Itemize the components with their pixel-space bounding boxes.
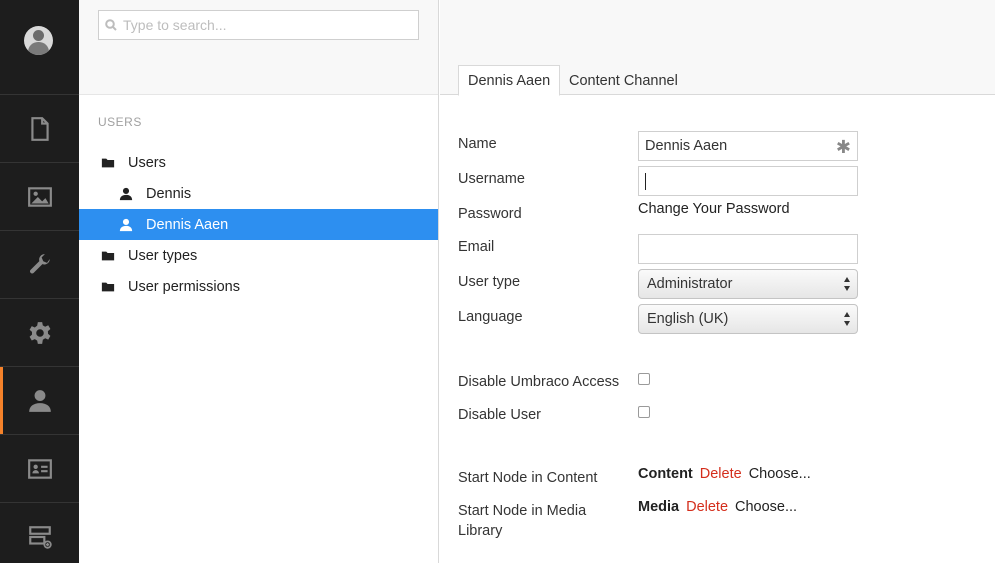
start-media-label-line2: Library <box>458 523 503 539</box>
tree-item-label: Users <box>128 154 166 171</box>
email-label: Email <box>458 239 495 255</box>
tree-item-label: User types <box>128 247 198 264</box>
language-value: English (UK) <box>647 311 729 327</box>
start-content-choose-link[interactable]: Choose... <box>749 466 811 482</box>
password-label: Password <box>458 206 522 222</box>
editor-header: Dennis Aaen Content Channel <box>440 0 995 96</box>
tree-item-users[interactable]: Users <box>79 147 438 178</box>
tab-dennis-aaen[interactable]: Dennis Aaen <box>458 65 561 96</box>
member-card-icon <box>27 458 52 479</box>
tree-item-user-types[interactable]: User types <box>79 240 438 271</box>
forms-icon <box>28 525 52 549</box>
name-label: Name <box>458 136 497 152</box>
required-icon: ✱ <box>835 137 851 157</box>
search-icon <box>105 19 117 31</box>
disable-user-label: Disable User <box>458 407 541 423</box>
change-password-link[interactable]: Change Your Password <box>638 201 790 217</box>
user-icon <box>28 389 51 412</box>
section-developer[interactable] <box>0 230 79 298</box>
tab-content-channel[interactable]: Content Channel <box>560 65 687 96</box>
search-box[interactable] <box>98 10 419 40</box>
wrench-icon <box>29 253 50 273</box>
user-type-label: User type <box>458 274 521 290</box>
name-value: Dennis Aaen <box>645 138 728 154</box>
start-content-delete-link[interactable]: Delete <box>700 466 742 482</box>
avatar-body <box>28 42 49 55</box>
language-select[interactable]: English (UK) <box>638 304 858 334</box>
section-content[interactable] <box>0 94 79 162</box>
tree-item-label: Dennis <box>146 185 192 202</box>
gear-icon <box>29 321 50 344</box>
username-field[interactable] <box>638 166 858 196</box>
document-icon <box>30 116 49 141</box>
user-icon <box>119 187 133 200</box>
start-content-label: Start Node in Content <box>458 470 598 486</box>
name-field[interactable]: Dennis Aaen ✱ <box>638 131 858 161</box>
section-members[interactable] <box>0 434 79 502</box>
tree-item-label: User permissions <box>128 278 240 295</box>
editor: Dennis Aaen Content Channel Name Dennis … <box>440 0 995 563</box>
search-input[interactable] <box>123 17 403 33</box>
start-media-choose-link[interactable]: Choose... <box>735 499 797 515</box>
disable-access-label: Disable Umbraco Access <box>458 374 620 390</box>
start-media-picker: Media Delete Choose... <box>638 499 797 515</box>
user-type-select[interactable]: Administrator <box>638 269 858 299</box>
section-media[interactable] <box>0 162 79 230</box>
tree-item-dennis-aaen[interactable]: Dennis Aaen <box>79 209 438 240</box>
media-icon <box>27 186 52 207</box>
disable-user-checkbox[interactable] <box>638 406 650 418</box>
tree-item-label: Dennis Aaen <box>146 216 229 233</box>
folder-icon <box>101 251 115 260</box>
section-settings[interactable] <box>0 298 79 366</box>
tree-panel: USERS Users Dennis Dennis Aaen User type… <box>79 0 439 563</box>
user-icon <box>119 218 133 231</box>
folder-icon <box>101 158 115 167</box>
start-content-picker: Content Delete Choose... <box>638 466 811 482</box>
section-forms[interactable] <box>0 502 79 563</box>
avatar[interactable] <box>24 26 53 55</box>
text-caret <box>645 172 646 190</box>
tree-item-dennis[interactable]: Dennis <box>79 178 438 209</box>
avatar-head <box>33 30 44 41</box>
tree-heading: USERS <box>98 115 142 129</box>
start-media-label: Start Node in Media Library <box>458 501 586 541</box>
disable-access-checkbox[interactable] <box>638 373 650 385</box>
start-media-label-line1: Start Node in Media <box>458 503 587 519</box>
search-area <box>79 0 438 95</box>
start-media-delete-link[interactable]: Delete <box>686 499 728 515</box>
start-media-value: Media <box>638 499 680 515</box>
language-label: Language <box>458 309 523 325</box>
sections-bar <box>0 0 79 563</box>
user-type-value: Administrator <box>647 276 733 292</box>
username-label: Username <box>458 171 525 187</box>
section-users[interactable] <box>0 366 79 434</box>
start-content-value: Content <box>638 466 693 482</box>
tree-item-user-permissions[interactable]: User permissions <box>79 271 438 302</box>
folder-icon <box>101 282 115 291</box>
email-field[interactable] <box>638 234 858 264</box>
